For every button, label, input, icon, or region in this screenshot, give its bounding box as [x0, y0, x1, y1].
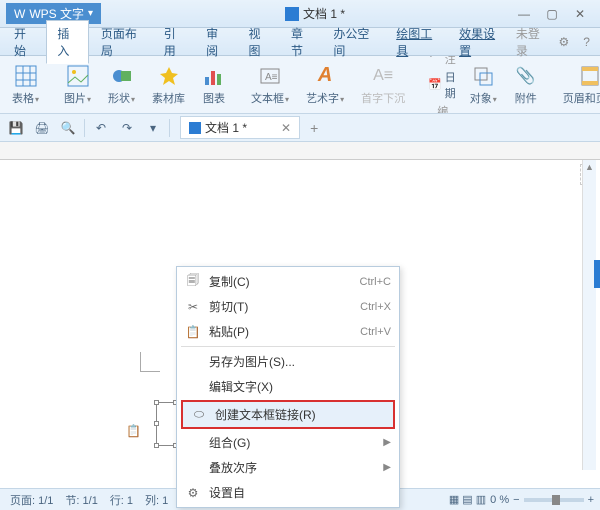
close-tab-icon[interactable]: ✕ [281, 121, 291, 135]
close-button[interactable]: ✕ [566, 4, 594, 24]
table-icon [14, 64, 38, 88]
attach-icon: 📎 [514, 64, 538, 88]
header-footer-icon [578, 64, 600, 88]
resize-handle[interactable] [154, 443, 159, 448]
menu-view[interactable]: 视图 [239, 21, 279, 63]
zoom-label: 0 % [490, 494, 509, 506]
cm-auto-set[interactable]: ⚙设置自 [177, 480, 399, 505]
page-corner [140, 352, 160, 372]
window-title: 文档 1 * [303, 5, 345, 22]
dropcap-icon: A≡ [371, 64, 395, 88]
link-icon: ⬭ [191, 407, 207, 423]
wordart-icon: A [313, 64, 337, 88]
vertical-scrollbar[interactable]: ▲ [582, 160, 596, 470]
qat-undo[interactable]: ↶ [89, 117, 113, 139]
menu-layout[interactable]: 页面布局 [91, 21, 152, 63]
zoom-slider-track[interactable] [524, 498, 584, 502]
side-panel-tab[interactable] [594, 260, 600, 288]
menu-start[interactable]: 开始 [4, 21, 44, 63]
status-page[interactable]: 页面: 1/1 [6, 492, 57, 508]
doc-icon [285, 7, 299, 21]
paste-icon: 📋 [185, 324, 201, 340]
cm-copy[interactable]: 🗐复制(C)Ctrl+C [177, 269, 399, 294]
cm-separator [181, 346, 395, 347]
menu-bar: 开始 插入 页面布局 引用 审阅 视图 章节 办公空间 绘图工具 效果设置 未登… [0, 28, 600, 56]
minimize-button[interactable]: — [510, 4, 538, 24]
resize-handle[interactable] [154, 400, 159, 405]
cm-create-textbox-link[interactable]: ⬭创建文本框链接(R) [183, 402, 393, 427]
doc-tab-label: 文档 1 * [205, 119, 247, 136]
ribbon-object[interactable]: 对象▾ [464, 64, 504, 106]
ribbon-chart[interactable]: 图表 [196, 64, 233, 106]
help-icon[interactable]: ? [577, 35, 596, 49]
ribbon-comment: 💬批注 [428, 56, 456, 67]
ribbon-table[interactable]: 表格▾ [6, 64, 46, 106]
zoom-control[interactable]: ▦ ▤ ▥ 0 % − + [449, 493, 594, 506]
menu-chapter[interactable]: 章节 [281, 21, 321, 63]
ribbon-material[interactable]: 素材库 [146, 64, 192, 106]
ribbon-dropcap[interactable]: A≡ 首字下沉 [355, 64, 412, 106]
ribbon-insert-stack: 💬批注 📅日期 #编号 [424, 56, 460, 114]
chart-icon [202, 64, 226, 88]
gear-icon: ⚙ [185, 485, 201, 501]
object-icon [471, 64, 495, 88]
add-tab-button[interactable]: + [302, 120, 326, 136]
status-line[interactable]: 行: 1 [106, 492, 137, 508]
ribbon-header-footer[interactable]: 页眉和页脚 [557, 64, 600, 106]
qat-redo[interactable]: ↷ [115, 117, 139, 139]
paste-options-icon[interactable]: 📋 [126, 424, 140, 438]
textbox-icon: A≡ [258, 64, 282, 88]
cm-edit-text[interactable]: 编辑文字(X) [177, 374, 399, 399]
document-tab[interactable]: 文档 1 * ✕ [180, 116, 300, 139]
settings-icon[interactable]: ⚙ [553, 35, 576, 49]
menu-insert[interactable]: 插入 [46, 20, 88, 64]
status-section[interactable]: 节: 1/1 [61, 492, 101, 508]
ribbon-date[interactable]: 📅日期 [428, 69, 456, 101]
view-mode-icons[interactable]: ▦ ▤ ▥ [449, 493, 486, 506]
ribbon: 表格▾ 图片▾ 形状▾ 素材库 图表 A≡ 文本框▾ A 艺术字▾ A≡ 首字下… [0, 56, 600, 114]
qat-preview[interactable]: 🔍 [56, 117, 80, 139]
cut-icon: ✂ [185, 299, 201, 315]
cm-paste[interactable]: 📋粘贴(P)Ctrl+V [177, 319, 399, 344]
zoom-in[interactable]: + [588, 494, 594, 506]
menu-office[interactable]: 办公空间 [323, 21, 384, 63]
qat-save[interactable]: 💾 [4, 117, 28, 139]
ribbon-number: #编号 [428, 103, 456, 115]
doc-tab-icon [189, 122, 201, 134]
shape-icon [110, 64, 134, 88]
ribbon-shape[interactable]: 形状▾ [102, 64, 142, 106]
picture-icon [66, 64, 90, 88]
qat-more[interactable]: ▾ [141, 117, 165, 139]
quick-access-bar: 💾 🖨 🔍 ↶ ↷ ▾ 文档 1 * ✕ + [0, 114, 600, 142]
context-menu: 🗐复制(C)Ctrl+C ✂剪切(T)Ctrl+X 📋粘贴(P)Ctrl+V 另… [176, 266, 400, 508]
copy-icon: 🗐 [185, 274, 201, 290]
horizontal-ruler[interactable] [0, 142, 600, 160]
cm-save-as-pic[interactable]: 另存为图片(S)... [177, 349, 399, 374]
resize-handle[interactable] [154, 421, 159, 426]
ribbon-attach[interactable]: 📎 附件 [508, 64, 545, 106]
menu-ref[interactable]: 引用 [154, 21, 194, 63]
maximize-button[interactable]: ▢ [538, 4, 566, 24]
cm-order[interactable]: 叠放次序▶ [177, 455, 399, 480]
cm-cut[interactable]: ✂剪切(T)Ctrl+X [177, 294, 399, 319]
cm-group[interactable]: 组合(G)▶ [177, 430, 399, 455]
status-col[interactable]: 列: 1 [141, 492, 172, 508]
star-icon [157, 64, 181, 88]
ribbon-wordart[interactable]: A 艺术字▾ [300, 64, 351, 106]
menu-review[interactable]: 审阅 [196, 21, 236, 63]
ribbon-textbox[interactable]: A≡ 文本框▾ [245, 64, 296, 106]
qat-print[interactable]: 🖨 [30, 117, 54, 139]
ribbon-picture[interactable]: 图片▾ [58, 64, 98, 106]
zoom-out[interactable]: − [513, 494, 519, 506]
svg-text:A≡: A≡ [265, 72, 278, 83]
login-status[interactable]: 未登录 [512, 25, 551, 59]
